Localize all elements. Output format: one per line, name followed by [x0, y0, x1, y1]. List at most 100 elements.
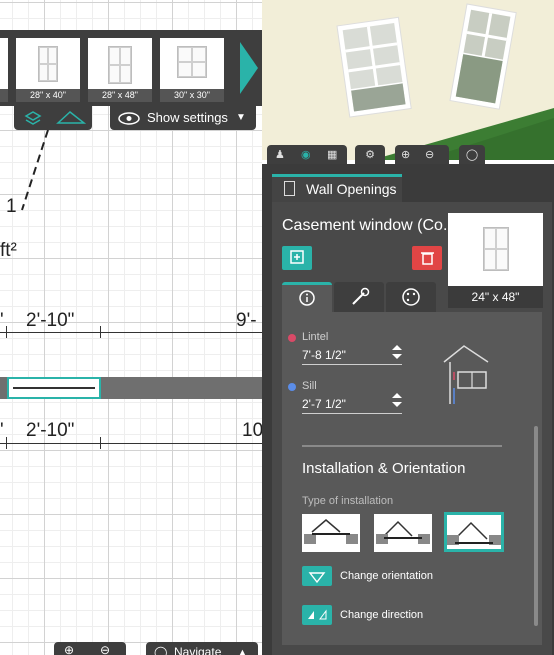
lintel-stepper[interactable] [392, 345, 402, 359]
door-icon [284, 181, 295, 196]
3d-scene [336, 3, 554, 160]
catalog-item-label: 30" x 30" [160, 89, 224, 102]
room-area-unit: ft² [0, 240, 17, 261]
catalog-item[interactable]: 30" x 30" [160, 38, 224, 102]
change-direction-button[interactable] [302, 605, 332, 625]
mouse-icon: ◯ [154, 645, 168, 655]
info-tab-content: Lintel 7'-8 1/2" Sill 2'-7 1/2" Installa… [282, 312, 542, 645]
sill-dot [288, 383, 296, 391]
install-center-icon [376, 520, 430, 544]
sill-stepper[interactable] [392, 393, 402, 407]
catalog-item-label: 28" x 40" [16, 89, 80, 102]
3d-window-right [449, 3, 517, 110]
window-thumbnail [38, 46, 58, 82]
dimension-leader-line [21, 130, 49, 211]
mouse-navigate-icon[interactable]: ◯ [459, 145, 485, 165]
installation-option-inner[interactable] [444, 512, 504, 552]
palette-icon [402, 288, 420, 306]
zoom-in-icon[interactable]: ⊕ [64, 640, 74, 655]
zoom-controls: ⊕ ⊖ [54, 642, 126, 655]
eye-icon [118, 112, 140, 125]
3d-view-mode-group: ♟ ◉ ▦ [267, 145, 347, 165]
dimension-line-top [0, 332, 262, 333]
dim-top-right: 9'- [236, 310, 257, 331]
window-preview-image [482, 227, 509, 271]
dimension-tick [100, 326, 101, 338]
duplicate-button[interactable] [282, 246, 312, 270]
layers-icon[interactable] [24, 110, 42, 126]
tab-materials[interactable] [386, 282, 436, 312]
duplicate-icon [290, 250, 304, 264]
change-direction-label[interactable]: Change direction [340, 609, 423, 621]
sill-input[interactable]: 2'-7 1/2" [302, 397, 402, 414]
selected-window-on-wall[interactable] [7, 377, 101, 399]
plan-view-toolbar: Show settings ▼ [0, 106, 262, 132]
dim-top-left: ' [0, 310, 4, 331]
installation-option-center[interactable] [374, 514, 432, 552]
preview-size-label: 24" x 48" [448, 286, 543, 308]
change-orientation-label[interactable]: Change orientation [340, 570, 433, 582]
tab-settings[interactable] [334, 282, 384, 312]
room-number: 1 [6, 196, 17, 217]
tab-wall-openings[interactable]: Wall Openings [272, 174, 402, 202]
view-mode-toggle [14, 106, 92, 130]
catalog-item[interactable] [0, 38, 8, 102]
window-thumbnail [108, 46, 132, 84]
chevron-up-icon: ▲ [238, 647, 247, 655]
dimension-line-bottom [0, 443, 262, 444]
show-settings-button[interactable]: Show settings ▼ [110, 106, 256, 130]
catalog-item[interactable]: 28" x 40" [16, 38, 80, 102]
installation-option-outer[interactable] [302, 514, 360, 552]
tab-info[interactable] [282, 282, 332, 312]
navigate-label: Navigate [174, 645, 222, 655]
zoom-in-icon[interactable]: ⊕ [401, 145, 410, 165]
catalog-strip: 28" x 40" 28" x 48" 30" x 30" [0, 30, 262, 106]
tab-wall-openings-label: Wall Openings [306, 181, 397, 197]
eye-icon[interactable]: ◉ [301, 145, 311, 165]
dim-bottom-middle: 2'-10" [26, 420, 75, 441]
catalog-item-label: 28" x 48" [88, 89, 152, 102]
trash-icon [421, 252, 434, 265]
3d-view[interactable] [262, 0, 554, 160]
3d-view-toolbar: ♟ ◉ ▦ ⚙ ⊕ ⊖ ◯ [267, 145, 487, 166]
dim-top-middle: 2'-10" [26, 310, 75, 331]
dimension-tick [100, 437, 101, 449]
info-icon [299, 290, 315, 306]
chevron-down-icon: ▼ [236, 112, 246, 123]
lintel-label: Lintel [302, 331, 329, 343]
catalog-next-arrow-icon[interactable] [240, 42, 258, 94]
catalog-item-label [0, 89, 8, 102]
installation-title: Installation & Orientation [302, 460, 466, 477]
3d-window-left [336, 16, 412, 118]
zoom-out-icon[interactable]: ⊖ [100, 640, 110, 655]
section-divider [302, 445, 502, 447]
wrench-icon [352, 287, 370, 305]
item-preview: 24" x 48" [448, 213, 543, 308]
panel-scrollbar[interactable] [534, 426, 538, 626]
properties-panel: Wall Openings Casement window (Co... 24"… [262, 164, 554, 655]
dim-bottom-right: 10 [242, 420, 262, 441]
zoom-out-icon[interactable]: ⊖ [425, 145, 434, 165]
floor-plan-canvas[interactable]: 1 ft² ' 2'-10" 9'- ' 2'-10" 10 28" x 40"… [0, 0, 262, 655]
catalog-item[interactable]: 28" x 48" [88, 38, 152, 102]
roof-icon[interactable] [56, 109, 86, 127]
change-orientation-button[interactable] [302, 566, 332, 586]
lintel-dot [288, 334, 296, 342]
direction-icon [308, 609, 327, 620]
3d-zoom-group: ⊕ ⊖ [395, 145, 449, 165]
show-settings-label: Show settings [147, 110, 228, 125]
window-thumbnail [177, 46, 207, 78]
dim-bottom-left: ' [0, 420, 4, 441]
walls-icon[interactable]: ▦ [327, 145, 337, 165]
installation-type-label: Type of installation [302, 495, 394, 507]
item-name: Casement window (Co... [282, 217, 457, 234]
dimension-tick [6, 437, 7, 449]
lintel-input[interactable]: 7'-8 1/2" [302, 348, 402, 365]
delete-button[interactable] [412, 246, 442, 270]
navigate-button[interactable]: ◯ Navigate ▲ [146, 642, 258, 655]
orientation-icon [308, 572, 326, 584]
person-icon[interactable]: ♟ [275, 145, 285, 165]
camera-settings-icon[interactable]: ⚙ [355, 145, 385, 165]
install-outer-icon [304, 519, 358, 544]
dimension-tick [6, 326, 7, 338]
